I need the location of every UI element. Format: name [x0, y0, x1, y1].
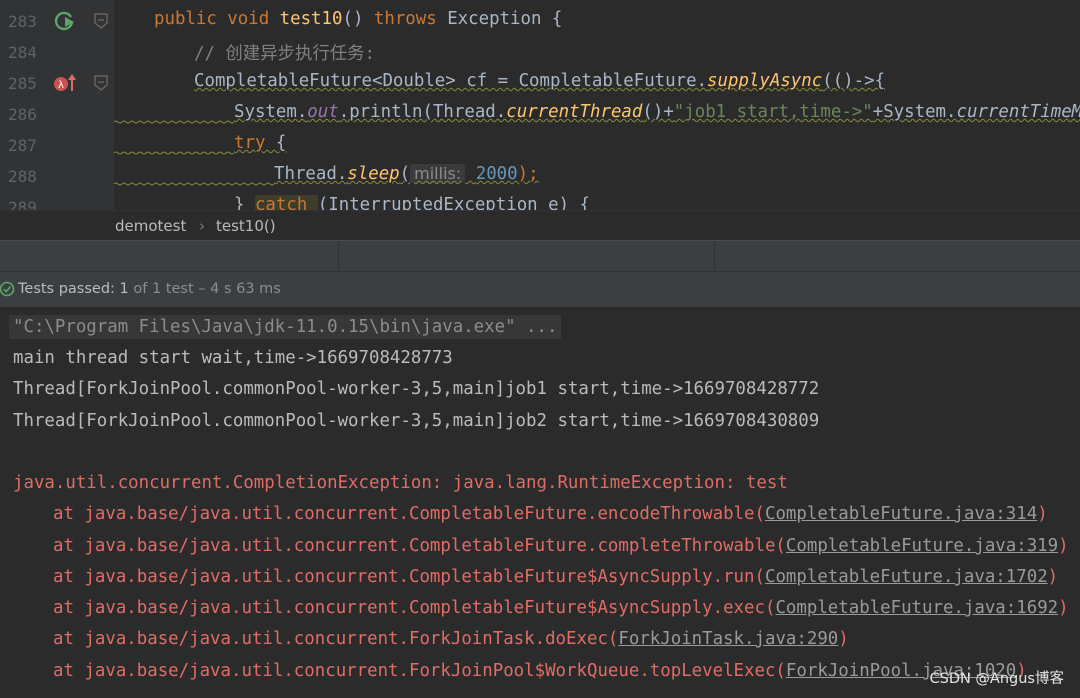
line-number: 287 [8, 136, 37, 155]
code-line-285[interactable]: 285 λ CompletableFuture<Double> cf = Com… [0, 67, 1080, 98]
stack-trace-line: at java.base/java.util.concurrent.Comple… [53, 504, 1048, 524]
exception-breakpoint-icon[interactable]: λ [52, 71, 76, 95]
test-status-text: Tests passed: 1 of 1 test – 4 s 63 ms [18, 281, 281, 297]
console-line: main thread start wait,time->16697084287… [13, 348, 453, 368]
strip-divider [338, 241, 339, 272]
code-text: try { [234, 133, 287, 153]
code-line-284[interactable]: 284 // 创建异步执行任务: [0, 36, 1080, 67]
console-command-line: "C:\Program Files\Java\jdk-11.0.15\bin\j… [9, 315, 562, 339]
warning-underline [114, 182, 274, 186]
watermark: CSDN @Angus博客 [929, 671, 1064, 687]
warning-underline [114, 151, 234, 155]
code-text: Thread.sleep(millis: 2000); [274, 164, 539, 184]
console-line: Thread[ForkJoinPool.commonPool-worker-3,… [13, 411, 820, 431]
code-comment: // 创建异步执行任务: [194, 44, 376, 64]
svg-text:λ: λ [58, 80, 64, 91]
code-editor[interactable]: 283 public void test10() throws Exceptio… [0, 0, 1080, 210]
fold-marker-icon[interactable] [94, 75, 108, 91]
stack-trace-line: at java.base/java.util.concurrent.Comple… [53, 567, 1059, 587]
line-number: 288 [8, 167, 37, 186]
parameter-hint: millis: [410, 164, 466, 183]
test-status-bar: Tests passed: 1 of 1 test – 4 s 63 ms [0, 271, 1080, 308]
code-line-289[interactable]: 289 } catch (InterruptedException e) { [0, 191, 1080, 210]
check-pass-icon [0, 281, 16, 297]
stack-trace-line: at java.base/java.util.concurrent.Comple… [53, 536, 1069, 556]
stack-trace-line: at java.base/java.util.concurrent.ForkJo… [53, 661, 1027, 681]
line-number: 286 [8, 105, 37, 124]
code-line-288[interactable]: 288 Thread.sleep(millis: 2000); [0, 160, 1080, 191]
code-line-287[interactable]: 287 try { [0, 129, 1080, 160]
breadcrumb-separator: › [199, 217, 205, 235]
stack-trace-line: at java.base/java.util.concurrent.ForkJo… [53, 629, 849, 649]
console-output[interactable]: "C:\Program Files\Java\jdk-11.0.15\bin\j… [0, 307, 1080, 698]
code-text: } catch (InterruptedException e) { [234, 195, 590, 210]
line-number: 283 [8, 12, 37, 31]
run-tool-strip [0, 240, 1080, 272]
source-link[interactable]: CompletableFuture.java:1702 [765, 567, 1048, 587]
line-number: 289 [8, 198, 37, 210]
source-link[interactable]: CompletableFuture.java:314 [765, 504, 1037, 524]
breadcrumb-item-method[interactable]: test10() [216, 217, 276, 235]
code-line-283[interactable]: 283 public void test10() throws Exceptio… [0, 5, 1080, 36]
console-line: Thread[ForkJoinPool.commonPool-worker-3,… [13, 379, 820, 399]
line-number: 284 [8, 43, 37, 62]
code-text: public void test10() throws Exception { [154, 9, 563, 29]
breadcrumb-item-class[interactable]: demotest [115, 217, 186, 235]
source-link[interactable]: ForkJoinTask.java:290 [618, 629, 838, 649]
fold-marker-icon[interactable] [94, 13, 108, 29]
source-link[interactable]: CompletableFuture.java:1692 [775, 598, 1058, 618]
stack-trace-line: at java.base/java.util.concurrent.Comple… [53, 598, 1069, 618]
exception-message: java.util.concurrent.CompletionException… [13, 473, 788, 493]
code-text: CompletableFuture<Double> cf = Completab… [194, 71, 886, 91]
code-line-286[interactable]: 286 System.out.println(Thread.currentThr… [0, 98, 1080, 129]
source-link[interactable]: CompletableFuture.java:319 [786, 536, 1058, 556]
strip-divider [714, 241, 715, 272]
code-text: System.out.println(Thread.currentThread(… [234, 102, 1080, 122]
warning-underline [114, 120, 234, 124]
run-test-icon[interactable] [52, 9, 76, 33]
line-number: 285 [8, 74, 37, 93]
breadcrumb: demotest › test10() [0, 210, 1080, 241]
